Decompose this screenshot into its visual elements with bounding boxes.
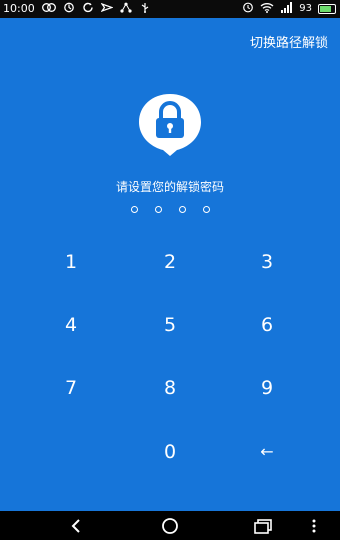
key-5[interactable]: 5 (140, 305, 200, 345)
more-icon[interactable] (284, 511, 340, 540)
alarm-icon (242, 1, 254, 16)
status-bar: 10:00 93 (0, 0, 340, 18)
passcode-dots (0, 206, 340, 213)
sim-icon (42, 2, 56, 16)
passcode-dot (178, 206, 186, 213)
lock-badge (137, 92, 203, 156)
battery-icon (318, 3, 336, 14)
usb-icon (139, 2, 151, 16)
key-8[interactable]: 8 (140, 368, 200, 408)
key-2[interactable]: 2 (140, 242, 200, 282)
refresh-icon (82, 2, 94, 16)
passcode-dot (154, 206, 162, 213)
back-icon[interactable] (46, 511, 106, 540)
wifi-icon (260, 2, 274, 16)
switch-unlock-mode-link[interactable]: 切换路径解锁 (250, 32, 328, 51)
signal-icon (280, 1, 293, 16)
key-4[interactable]: 4 (41, 305, 101, 345)
home-icon[interactable] (140, 511, 200, 540)
key-0[interactable]: 0 (140, 432, 200, 472)
status-time: 10:00 (3, 2, 35, 15)
key-1[interactable]: 1 (41, 242, 101, 282)
key-9[interactable]: 9 (237, 368, 297, 408)
backspace-key[interactable]: ← (237, 432, 297, 472)
sendanywhere-icon (100, 2, 114, 16)
passcode-dot (202, 206, 210, 213)
battery-level: 93 (299, 3, 312, 14)
page-title: 请设置您的解锁密码 (115, 180, 224, 194)
key-7[interactable]: 7 (41, 368, 101, 408)
share-icon (120, 2, 132, 16)
sync-icon (63, 2, 75, 16)
passcode-dot (130, 206, 138, 213)
navigation-bar (0, 511, 340, 540)
key-6[interactable]: 6 (237, 305, 297, 345)
key-3[interactable]: 3 (237, 242, 297, 282)
